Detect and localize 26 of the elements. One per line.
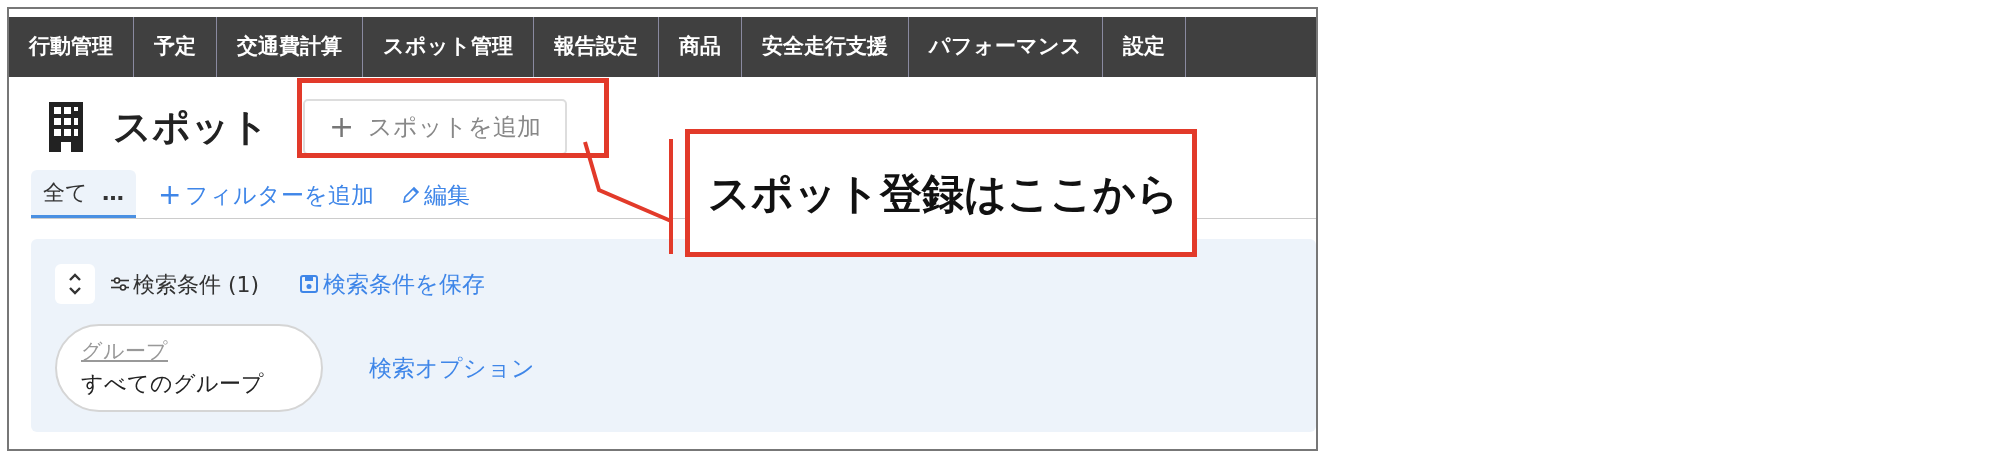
menu-tab[interactable]: 商品	[659, 17, 742, 77]
add-spot-button[interactable]: + スポットを追加	[303, 99, 568, 155]
page-title: スポット	[113, 103, 269, 151]
plus-icon: +	[329, 112, 355, 142]
menu-tab[interactable]: 安全走行支援	[742, 17, 909, 77]
callout-text: スポット登録はここから	[708, 167, 1179, 220]
more-icon: …	[102, 180, 124, 205]
chevron-up-down-icon	[68, 273, 82, 296]
menu-tab[interactable]: 予定	[134, 17, 217, 77]
expand-collapse-button[interactable]	[55, 264, 95, 305]
view-tab[interactable]: 全て …	[31, 170, 136, 218]
menu-tab[interactable]: 報告設定	[534, 17, 659, 77]
menu-tab[interactable]: パフォーマンス	[909, 17, 1103, 77]
menu-tab[interactable]: スポット管理	[363, 17, 534, 77]
search-conditions-label: 検索条件 (1)	[133, 270, 260, 299]
edit-link[interactable]: 編集	[402, 171, 471, 218]
group-filter-chip[interactable]: グループ すべてのグループ	[55, 323, 323, 412]
pencil-icon	[402, 185, 421, 204]
menu-tab[interactable]: 行動管理	[9, 17, 134, 77]
add-filter-link[interactable]: +フィルターを追加	[158, 171, 375, 218]
plus-icon: +	[158, 180, 182, 209]
save-icon	[299, 274, 320, 295]
menu-tab[interactable]: 設定	[1103, 17, 1186, 77]
menu-tab[interactable]: 交通費計算	[217, 17, 363, 77]
building-icon	[49, 102, 83, 152]
sliders-icon	[111, 277, 129, 292]
